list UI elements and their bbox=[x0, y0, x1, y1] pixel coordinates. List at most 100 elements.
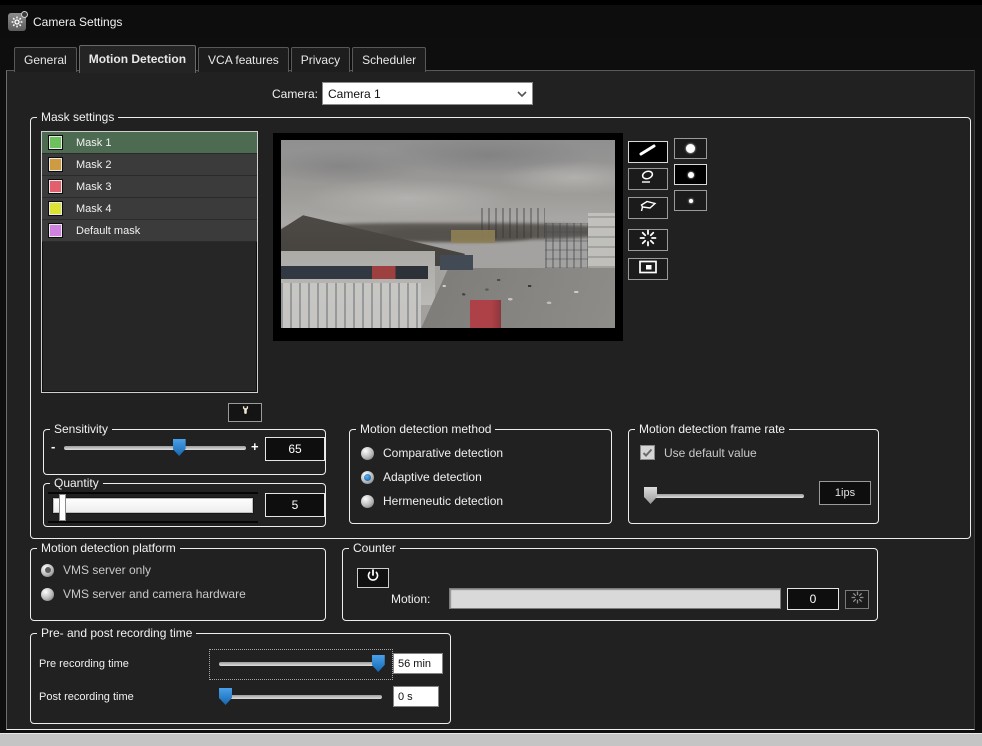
recording-time-legend: Pre- and post recording time bbox=[37, 626, 196, 640]
post-recording-slider-track[interactable] bbox=[219, 695, 382, 699]
clear-mask-button[interactable] bbox=[628, 229, 668, 251]
tab-strip: General Motion Detection VCA features Pr… bbox=[14, 44, 428, 72]
fill-frame-button[interactable] bbox=[628, 258, 668, 280]
camera-label: Camera: bbox=[246, 87, 318, 101]
tab-vca-features[interactable]: VCA features bbox=[198, 47, 289, 72]
mask-list-item[interactable]: Mask 4 bbox=[42, 198, 257, 220]
quantity-slider-panel bbox=[48, 492, 258, 523]
counter-reset-button[interactable] bbox=[845, 590, 869, 609]
brush-size-medium-button[interactable] bbox=[674, 164, 707, 185]
checkbox-label: Use default value bbox=[664, 446, 757, 460]
mask-settings-legend: Mask settings bbox=[37, 110, 118, 124]
radio-label: VMS server and camera hardware bbox=[63, 587, 246, 601]
quantity-legend: Quantity bbox=[50, 476, 103, 490]
post-recording-value[interactable]: 0 s bbox=[393, 686, 439, 707]
quantity-slider-thumb[interactable] bbox=[59, 494, 66, 521]
mask-list[interactable]: Mask 1 Mask 2 Mask 3 Mask 4 Default mask bbox=[41, 131, 258, 393]
pre-recording-value[interactable]: 56 min bbox=[393, 653, 443, 674]
mask-label: Mask 3 bbox=[76, 181, 111, 193]
platform-legend: Motion detection platform bbox=[37, 541, 180, 555]
platform-group: Motion detection platform VMS server onl… bbox=[30, 548, 326, 621]
brush-size-small-button[interactable] bbox=[674, 190, 707, 211]
camera-select-value: Camera 1 bbox=[323, 87, 512, 101]
radio-adaptive-detection[interactable]: Adaptive detection bbox=[361, 470, 482, 484]
mask-list-item[interactable]: Mask 1 bbox=[42, 132, 257, 154]
camera-preview-photo bbox=[281, 140, 615, 328]
camera-select[interactable]: Camera 1 bbox=[322, 82, 533, 105]
mask-label: Default mask bbox=[76, 225, 140, 237]
title-bar: Camera Settings bbox=[0, 5, 982, 38]
frame-rate-value[interactable]: 1ips bbox=[819, 481, 871, 505]
frame-rate-slider-track[interactable] bbox=[644, 494, 804, 498]
radio-selected-icon bbox=[41, 564, 54, 577]
eraser-tool-button[interactable] bbox=[628, 168, 668, 190]
window-title: Camera Settings bbox=[33, 15, 122, 29]
gear-badge-icon bbox=[21, 11, 28, 18]
fill-frame-icon bbox=[638, 260, 658, 279]
mask-list-item[interactable]: Mask 3 bbox=[42, 176, 257, 198]
quantity-value[interactable]: 5 bbox=[265, 493, 325, 517]
polygon-tool-button[interactable] bbox=[628, 197, 668, 219]
mask-label: Mask 4 bbox=[76, 203, 111, 215]
tab-privacy[interactable]: Privacy bbox=[291, 47, 350, 72]
pre-recording-label: Pre recording time bbox=[39, 658, 129, 670]
tab-motion-detection[interactable]: Motion Detection bbox=[79, 45, 196, 73]
radio-hermeneutic-detection[interactable]: Hermeneutic detection bbox=[361, 494, 503, 508]
mask-list-item[interactable]: Default mask bbox=[42, 220, 257, 242]
sensitivity-value[interactable]: 65 bbox=[265, 437, 325, 461]
preview-haze-overlay bbox=[281, 140, 615, 328]
frame-rate-slider-thumb[interactable] bbox=[644, 487, 657, 504]
brush-size-large-icon bbox=[686, 144, 695, 153]
camera-preview[interactable] bbox=[273, 133, 623, 341]
detection-method-group: Motion detection method Comparative dete… bbox=[349, 429, 612, 524]
chevron-down-icon bbox=[512, 91, 532, 97]
detection-method-legend: Motion detection method bbox=[356, 422, 495, 436]
post-recording-slider-thumb[interactable] bbox=[219, 688, 232, 705]
sensitivity-group: Sensitivity - + 65 bbox=[43, 429, 326, 475]
tab-scheduler[interactable]: Scheduler bbox=[352, 47, 426, 72]
radio-label: Adaptive detection bbox=[383, 470, 482, 484]
radio-icon bbox=[361, 495, 374, 508]
radio-vms-server-and-camera[interactable]: VMS server and camera hardware bbox=[41, 587, 246, 601]
mask-settings-group: Mask settings Mask 1 Mask 2 Mask 3 Mask … bbox=[30, 117, 971, 539]
mask-color-swatch bbox=[48, 223, 63, 238]
sensitivity-slider-thumb[interactable] bbox=[173, 439, 186, 456]
counter-value[interactable]: 0 bbox=[787, 588, 839, 610]
mask-list-item[interactable]: Mask 2 bbox=[42, 154, 257, 176]
tab-general[interactable]: General bbox=[14, 47, 77, 72]
radio-vms-server-only[interactable]: VMS server only bbox=[41, 563, 151, 577]
motion-progress-bar bbox=[449, 588, 781, 609]
brush-size-medium-icon bbox=[688, 172, 694, 178]
burst-icon bbox=[639, 229, 657, 252]
radio-label: Hermeneutic detection bbox=[383, 494, 503, 508]
counter-group: Counter Motion: 0 bbox=[342, 548, 878, 621]
power-icon bbox=[366, 569, 380, 587]
sensitivity-plus[interactable]: + bbox=[251, 439, 259, 454]
radio-selected-icon bbox=[361, 471, 374, 484]
use-default-value-checkbox[interactable]: Use default value bbox=[640, 445, 757, 460]
pre-recording-slider-track[interactable] bbox=[219, 662, 382, 666]
sensitivity-slider-track[interactable] bbox=[64, 446, 246, 450]
brush-size-large-button[interactable] bbox=[674, 138, 707, 159]
pen-icon bbox=[637, 143, 659, 162]
counter-enable-button[interactable] bbox=[357, 568, 389, 588]
camera-settings-window: Camera Settings General Motion Detection… bbox=[0, 0, 982, 746]
quantity-slider-track[interactable] bbox=[52, 497, 254, 514]
pen-tool-button[interactable] bbox=[628, 141, 668, 163]
post-recording-label: Post recording time bbox=[39, 691, 134, 703]
radio-label: Comparative detection bbox=[383, 446, 503, 460]
mask-label: Mask 1 bbox=[76, 137, 111, 149]
sensitivity-minus[interactable]: - bbox=[51, 439, 55, 454]
radio-icon bbox=[361, 447, 374, 460]
brush-size-small-icon bbox=[689, 199, 693, 203]
mask-properties-button[interactable] bbox=[228, 403, 262, 422]
frame-rate-legend: Motion detection frame rate bbox=[635, 422, 789, 436]
eraser-icon bbox=[637, 169, 659, 190]
mask-color-swatch bbox=[48, 135, 63, 150]
mask-label: Mask 2 bbox=[76, 159, 111, 171]
radio-comparative-detection[interactable]: Comparative detection bbox=[361, 446, 503, 460]
motion-label: Motion: bbox=[391, 592, 430, 606]
radio-label: VMS server only bbox=[63, 563, 151, 577]
sensitivity-legend: Sensitivity bbox=[50, 422, 112, 436]
checkbox-checked-icon bbox=[640, 445, 655, 460]
